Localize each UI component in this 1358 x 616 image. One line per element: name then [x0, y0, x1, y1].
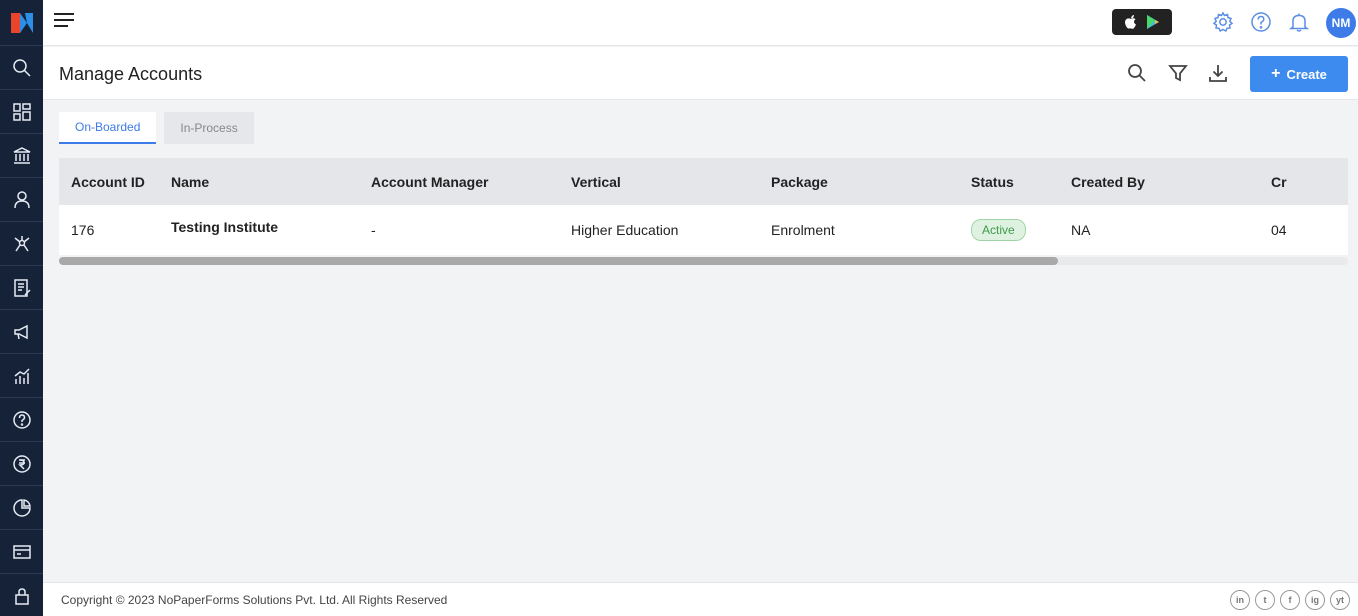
- notification-bell-icon[interactable]: [1288, 11, 1310, 33]
- create-button-label: Create: [1286, 66, 1327, 82]
- status-badge: Active: [971, 219, 1026, 241]
- app-store-badge[interactable]: [1112, 9, 1172, 35]
- tab-on-boarded[interactable]: On-Boarded: [59, 112, 157, 144]
- social-links: in t f ig yt: [1230, 590, 1350, 610]
- accounts-table: Account ID Name Account Manager Vertical…: [59, 158, 1348, 266]
- campaign-icon: [13, 324, 28, 339]
- tab-in-process[interactable]: In-Process: [164, 112, 254, 144]
- rupee-icon: [12, 454, 31, 473]
- table-row[interactable]: 176 Testing Institute - Higher Education…: [59, 205, 1348, 255]
- package-cell: Enrolment: [771, 222, 835, 238]
- column-header[interactable]: Vertical: [559, 174, 759, 190]
- sidebar-item-help[interactable]: [0, 398, 43, 442]
- sidebar-item-users[interactable]: [0, 178, 43, 222]
- vertical-cell: Higher Education: [571, 222, 679, 238]
- menu-toggle-icon[interactable]: [54, 13, 76, 33]
- created-by-cell: NA: [1071, 222, 1091, 238]
- logo-icon: [10, 12, 33, 33]
- analytics-icon: [14, 367, 30, 384]
- lock-icon: [14, 587, 29, 605]
- youtube-icon[interactable]: yt: [1330, 590, 1350, 610]
- page-header: Manage Accounts + Create: [43, 47, 1358, 100]
- sidebar-item-campaign[interactable]: [0, 310, 43, 354]
- sidebar-item-security[interactable]: [0, 574, 43, 616]
- column-header[interactable]: Account ID: [59, 174, 159, 190]
- account-manager-cell: -: [371, 222, 376, 238]
- billing-icon: [12, 544, 31, 559]
- copyright-text: Copyright © 2023 NoPaperForms Solutions …: [61, 593, 448, 607]
- page-title: Manage Accounts: [59, 64, 203, 84]
- download-icon[interactable]: [1208, 63, 1230, 85]
- sidebar-item-billing[interactable]: [0, 530, 43, 574]
- footer: Copyright © 2023 NoPaperForms Solutions …: [43, 582, 1358, 616]
- column-header[interactable]: Name: [159, 174, 359, 190]
- status-cell: Active: [959, 219, 1059, 241]
- column-header[interactable]: Cr: [1259, 174, 1348, 190]
- sidebar-item-network[interactable]: [0, 222, 43, 266]
- sidebar-item-dashboard[interactable]: [0, 90, 43, 134]
- user-icon: [13, 190, 30, 208]
- horizontal-scrollbar[interactable]: [59, 257, 1348, 265]
- account-id-cell: 176: [71, 222, 95, 238]
- search-icon[interactable]: [1127, 63, 1149, 85]
- account-tabs: On-Boarded In-Process: [59, 112, 254, 144]
- filter-icon[interactable]: [1168, 63, 1190, 85]
- search-icon: [12, 58, 31, 77]
- help-circle-icon[interactable]: [1250, 11, 1272, 33]
- plus-icon: +: [1271, 65, 1281, 82]
- scrollbar-thumb[interactable]: [59, 257, 1058, 265]
- facebook-icon[interactable]: f: [1280, 590, 1300, 610]
- dashboard-icon: [12, 102, 31, 121]
- apple-icon: [1125, 15, 1136, 29]
- settings-gear-icon[interactable]: [1212, 11, 1234, 33]
- account-name-link[interactable]: Testing Institute: [159, 219, 359, 235]
- sidebar-item-institution[interactable]: [0, 134, 43, 178]
- sidebar-item-forms[interactable]: [0, 266, 43, 310]
- forms-icon: [13, 278, 31, 297]
- network-icon: [14, 235, 29, 251]
- sidebar-item-reports[interactable]: [0, 486, 43, 530]
- sidebar-item-analytics[interactable]: [0, 354, 43, 398]
- institution-icon: [13, 146, 30, 164]
- column-header[interactable]: Package: [759, 174, 959, 190]
- table-header: Account ID Name Account Manager Vertical…: [59, 158, 1348, 205]
- sidebar-item-payments[interactable]: [0, 442, 43, 486]
- column-header[interactable]: Account Manager: [359, 174, 559, 190]
- sidebar-item-search[interactable]: [0, 46, 43, 90]
- instagram-icon[interactable]: ig: [1305, 590, 1325, 610]
- pie-chart-icon: [12, 498, 31, 517]
- app-logo[interactable]: [0, 0, 43, 46]
- twitter-icon[interactable]: t: [1255, 590, 1275, 610]
- column-header[interactable]: Status: [959, 174, 1059, 190]
- user-avatar[interactable]: NM: [1326, 8, 1356, 38]
- top-bar: NM: [43, 0, 1358, 46]
- create-button[interactable]: + Create: [1250, 56, 1348, 92]
- help-icon: [12, 410, 31, 429]
- created-on-cell: 04: [1271, 222, 1287, 238]
- linkedin-icon[interactable]: in: [1230, 590, 1250, 610]
- play-store-icon: [1147, 15, 1159, 29]
- column-header[interactable]: Created By: [1059, 174, 1259, 190]
- sidebar: [0, 0, 43, 616]
